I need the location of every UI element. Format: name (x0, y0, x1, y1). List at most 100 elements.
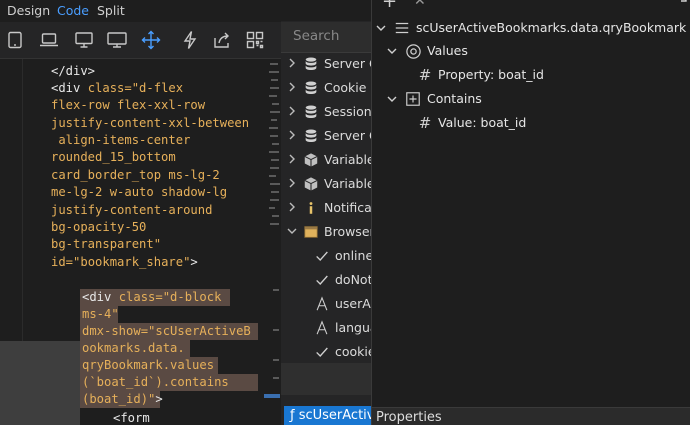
properties-label: Properties (376, 410, 442, 425)
list-item[interactable]: langua (281, 316, 371, 340)
check-icon (313, 247, 331, 265)
chevron-right-icon[interactable] (286, 201, 298, 213)
search-field[interactable]: Search (281, 22, 371, 53)
list-item[interactable]: Variable: (281, 148, 371, 172)
laptop-icon[interactable] (38, 29, 60, 51)
database-icon (302, 79, 320, 97)
mobile-device-icon[interactable] (4, 29, 26, 51)
list-item[interactable]: Browser: (281, 220, 371, 244)
close-icon[interactable]: ✕ (414, 0, 426, 9)
tree-node-values[interactable]: Values (372, 40, 690, 62)
browser-window-icon (302, 223, 320, 241)
chevron-right-icon[interactable] (286, 177, 298, 189)
code-line: justify-content-xxl-between (51, 116, 250, 130)
list-item-label: langua (335, 320, 371, 335)
hash-icon: # (418, 114, 432, 132)
tree-node-contains[interactable]: Contains (372, 88, 690, 110)
list-item-label: Server Co (324, 56, 371, 71)
list-item[interactable]: Session S (281, 100, 371, 124)
qr-code-icon[interactable] (244, 29, 266, 51)
properties-panel-tab[interactable]: Properties (372, 407, 690, 425)
chevron-down-icon[interactable] (375, 22, 387, 34)
chevron-right-icon[interactable] (286, 81, 298, 93)
view-mode-bar: Design Code Split (0, 0, 281, 21)
text-a-icon (313, 295, 331, 313)
code-line: ms-4" (82, 307, 119, 321)
tree-node-label: scUserActiveBookmarks.data.qryBookmark (416, 20, 687, 35)
hash-icon: # (418, 66, 432, 84)
code-line: me-lg-2 w-auto shadow-lg (51, 185, 228, 199)
list-item-label: Server Co (324, 128, 371, 143)
check-icon (313, 343, 331, 361)
add-icon[interactable]: + (382, 0, 397, 12)
code-line: qryBookmark.values (82, 358, 215, 372)
tree-node-label: Value: boat_id (438, 115, 527, 130)
code-line: <div class="d-block (82, 290, 222, 304)
tree-node-label: Property: boat_id (438, 67, 544, 82)
chevron-down-icon[interactable] (286, 225, 298, 237)
list-item-label: doNot (335, 272, 371, 287)
list-item[interactable]: online (281, 244, 371, 268)
database-icon (302, 55, 320, 73)
code-line: card_border_top ms-lg-2 (51, 168, 220, 182)
lightning-icon[interactable] (179, 29, 201, 51)
list-item[interactable]: doNot (281, 268, 371, 292)
wide-monitor-icon[interactable] (106, 29, 128, 51)
code-line: <div class="d-flex (51, 81, 184, 95)
chevron-right-icon[interactable] (286, 129, 298, 141)
code-area[interactable]: </div> <div class="d-flex flex-row flex-… (0, 59, 281, 425)
list-item-label: Session S (324, 104, 371, 119)
list-item[interactable]: Server Co (281, 52, 371, 76)
chevron-right-icon[interactable] (286, 57, 298, 69)
code-line: ookmarks.data. (82, 341, 185, 355)
list-item[interactable]: Cookie M (281, 76, 371, 100)
move-icon[interactable] (140, 29, 162, 51)
tree-node-label: Contains (427, 91, 482, 106)
chevron-right-icon[interactable] (286, 105, 298, 117)
chevron-down-icon[interactable] (386, 93, 398, 105)
panel-header-strip (281, 0, 371, 21)
search-input-placeholder: Search (293, 28, 340, 44)
database-icon (302, 127, 320, 145)
code-line: flex-row flex-xxl-row (51, 98, 206, 112)
refresh-icon[interactable] (672, 0, 688, 8)
list-item-label: Browser: (324, 224, 371, 239)
list-item-label: userAg (335, 296, 371, 311)
code-line: </div> (51, 64, 96, 78)
tree-node-label: Values (427, 43, 468, 58)
code-line: bg-opacity-50 (51, 220, 147, 234)
code-line: rounded_15_bottom (51, 150, 176, 164)
circle-target-icon (404, 42, 422, 60)
chevron-right-icon[interactable] (286, 153, 298, 165)
code-line: <form (113, 411, 150, 425)
selection-shade (0, 341, 80, 425)
desktop-icon[interactable] (73, 29, 95, 51)
code-line: dmx-show="scUserActiveB (82, 324, 251, 338)
minimap[interactable] (268, 59, 280, 404)
code-tab[interactable]: Code (57, 3, 89, 18)
split-tab[interactable]: Split (97, 3, 125, 18)
list-item-label: online (335, 248, 371, 263)
chevron-down-icon[interactable] (386, 45, 398, 57)
scroll-position-marker[interactable] (264, 394, 280, 398)
info-icon (302, 199, 320, 217)
design-tab[interactable]: Design (7, 3, 50, 18)
tree-node-value[interactable]: # Value: boat_id (372, 112, 690, 134)
list-item[interactable]: Variable: (281, 172, 371, 196)
list-item[interactable]: Server Co (281, 124, 371, 148)
tab-label: ƒ scUserActive (290, 408, 371, 423)
share-icon[interactable] (211, 29, 233, 51)
list-item[interactable]: cookie (281, 340, 371, 364)
tree-node-property[interactable]: # Property: boat_id (372, 64, 690, 86)
tab-sc-user-active[interactable]: ƒ scUserActive (284, 406, 371, 425)
code-editor-pane: Design Code Split </div> <div class="d-f… (0, 0, 281, 425)
code-line: bg-transparent" (51, 237, 162, 251)
list-item[interactable]: userAg (281, 292, 371, 316)
tree-node-root[interactable]: scUserActiveBookmarks.data.qryBookmark (372, 17, 690, 39)
plus-box-icon (404, 90, 422, 108)
list-item-label: Notificat (324, 200, 371, 215)
list-footer (281, 363, 371, 395)
list-item[interactable]: Notificat (281, 196, 371, 220)
list-icon (393, 19, 411, 37)
data-picker-panel: + ✕ scUserActiveBookmarks.data.qryBookma… (371, 0, 690, 425)
